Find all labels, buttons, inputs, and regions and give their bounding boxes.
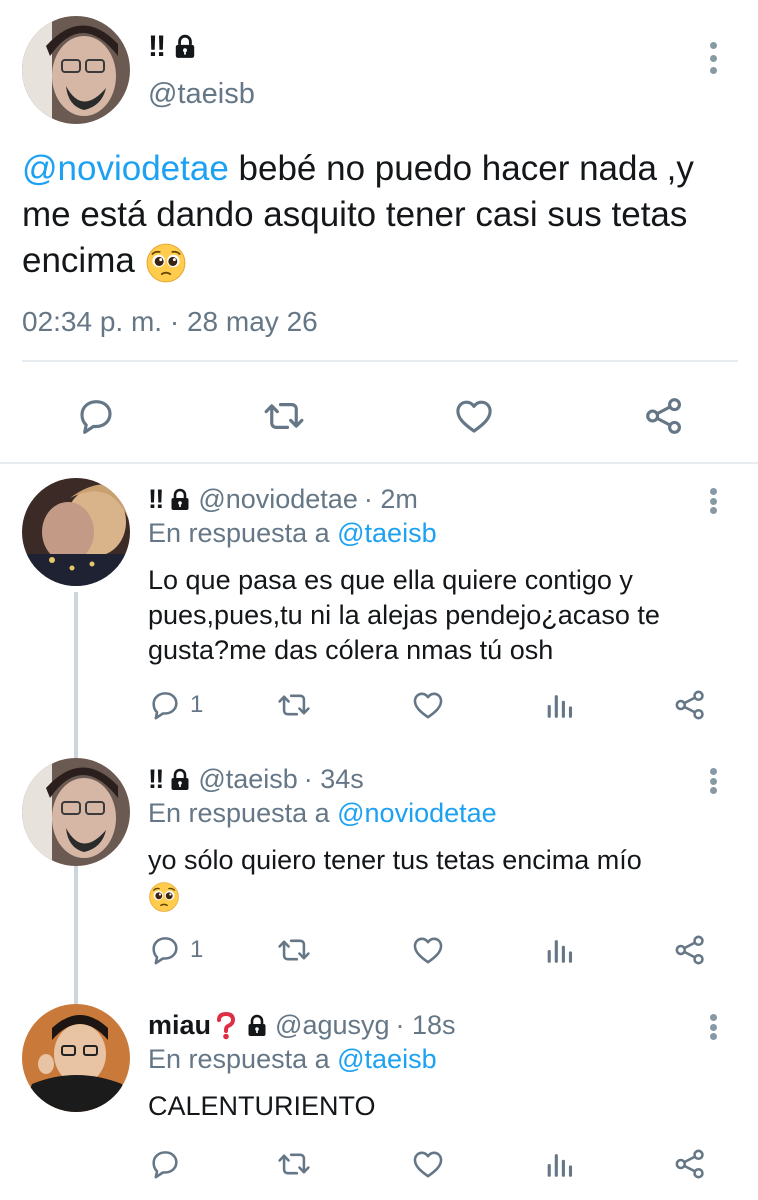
author-avatar[interactable] <box>22 16 130 124</box>
reply-avatar[interactable] <box>22 758 130 866</box>
reply-count: 1 <box>190 936 204 963</box>
reply-to-line: En respuesta a @noviodetae <box>148 798 497 829</box>
reply-to-prefix: En respuesta a <box>148 1044 338 1074</box>
reply-to-mention[interactable]: @taeisb <box>337 518 436 548</box>
pleading-face-emoji <box>148 881 180 913</box>
share-button[interactable] <box>672 688 708 722</box>
reply-author-name[interactable]: ‼ <box>148 764 192 795</box>
reply-header: ‼ @taeisb · 34s <box>148 764 364 795</box>
analytics-button[interactable] <box>542 688 576 722</box>
reply-to-mention[interactable]: @taeisb <box>337 1044 436 1074</box>
analytics-icon <box>542 933 576 967</box>
lock-icon <box>245 1014 269 1038</box>
share-button[interactable] <box>642 395 686 437</box>
more-options-icon[interactable] <box>703 764 723 798</box>
mention-link[interactable]: @noviodetae <box>22 149 229 188</box>
reply-author-name-text: miau <box>148 1010 212 1040</box>
like-icon <box>410 688 446 722</box>
analytics-icon <box>542 688 576 722</box>
share-icon <box>642 395 686 437</box>
reply-button[interactable] <box>75 395 117 437</box>
lock-icon <box>168 768 192 792</box>
retweet-button[interactable] <box>276 933 312 967</box>
more-options-icon[interactable] <box>703 38 723 78</box>
reply-button[interactable] <box>148 1147 182 1181</box>
reply-time[interactable]: · 2m <box>364 484 418 515</box>
reply-text: Lo que pasa es que ella quiere contigo y… <box>148 565 660 665</box>
tweet-text: @noviodetae bebé no puedo hacer nada ,y … <box>22 146 746 284</box>
analytics-button[interactable] <box>542 1147 576 1181</box>
lock-icon <box>172 34 198 60</box>
reply-time[interactable]: · 18s <box>396 1010 456 1041</box>
author-name[interactable]: ‼ <box>148 30 198 64</box>
like-icon <box>410 1147 446 1181</box>
pleading-face-emoji <box>145 242 187 284</box>
like-icon <box>410 933 446 967</box>
reply-icon <box>148 688 182 722</box>
retweet-button[interactable] <box>262 395 306 437</box>
reply-icon <box>75 395 117 437</box>
author-handle[interactable]: @taeisb <box>148 78 255 111</box>
reply-author-name[interactable]: ‼ <box>148 484 192 515</box>
reply-text-body: yo sólo quiero tener tus tetas encima mí… <box>148 845 642 875</box>
reply-author-handle[interactable]: @noviodetae <box>198 484 358 515</box>
divider <box>22 360 738 362</box>
reply-icon <box>148 1147 182 1181</box>
reply-author-name-text: ‼ <box>148 484 165 514</box>
reply-to-prefix: En respuesta a <box>148 798 338 828</box>
like-button[interactable] <box>410 688 446 722</box>
reply-text: CALENTURIENTO <box>148 1091 376 1121</box>
tweet-actions <box>0 385 758 445</box>
retweet-icon <box>276 933 312 967</box>
reply-header: miau @agusyg · 18s <box>148 1010 456 1041</box>
analytics-icon <box>542 1147 576 1181</box>
like-icon <box>452 395 496 437</box>
reply-to-prefix: En respuesta a <box>148 518 338 548</box>
reply-author-name[interactable]: miau <box>148 1010 269 1041</box>
like-button[interactable] <box>410 1147 446 1181</box>
retweet-button[interactable] <box>276 1147 312 1181</box>
reply-text: yo sólo quiero tener tus tetas encima mí… <box>148 843 738 913</box>
share-button[interactable] <box>672 933 708 967</box>
retweet-button[interactable] <box>276 688 312 722</box>
retweet-icon <box>276 1147 312 1181</box>
reply-author-handle[interactable]: @agusyg <box>275 1010 389 1041</box>
reply-to-line: En respuesta a @taeisb <box>148 518 437 549</box>
reply-button[interactable]: 1 <box>148 688 203 722</box>
reply-avatar[interactable] <box>22 1004 130 1112</box>
like-button[interactable] <box>410 933 446 967</box>
share-icon <box>672 933 708 967</box>
retweet-icon <box>276 688 312 722</box>
reply-icon <box>148 933 182 967</box>
share-button[interactable] <box>672 1147 708 1181</box>
more-options-icon[interactable] <box>703 1010 723 1044</box>
reply-count: 1 <box>190 691 204 718</box>
reply-to-line: En respuesta a @taeisb <box>148 1044 437 1075</box>
reply-header: ‼ @noviodetae · 2m <box>148 484 418 515</box>
lock-icon <box>168 488 192 512</box>
reply-time[interactable]: · 34s <box>304 764 364 795</box>
more-options-icon[interactable] <box>703 484 723 518</box>
analytics-button[interactable] <box>542 933 576 967</box>
like-button[interactable] <box>452 395 496 437</box>
reply-author-name-text: ‼ <box>148 764 165 794</box>
retweet-icon <box>262 395 306 437</box>
share-icon <box>672 688 708 722</box>
tweet-timestamp[interactable]: 02:34 p. m. · 28 may 26 <box>22 306 318 338</box>
reply-avatar[interactable] <box>22 478 130 586</box>
divider <box>0 462 758 464</box>
author-name-text: ‼ <box>148 30 167 63</box>
reply-to-mention[interactable]: @noviodetae <box>337 798 497 828</box>
reply-author-handle[interactable]: @taeisb <box>198 764 297 795</box>
reply-button[interactable]: 1 <box>148 933 203 967</box>
question-mark-emoji <box>217 1011 236 1039</box>
share-icon <box>672 1147 708 1181</box>
